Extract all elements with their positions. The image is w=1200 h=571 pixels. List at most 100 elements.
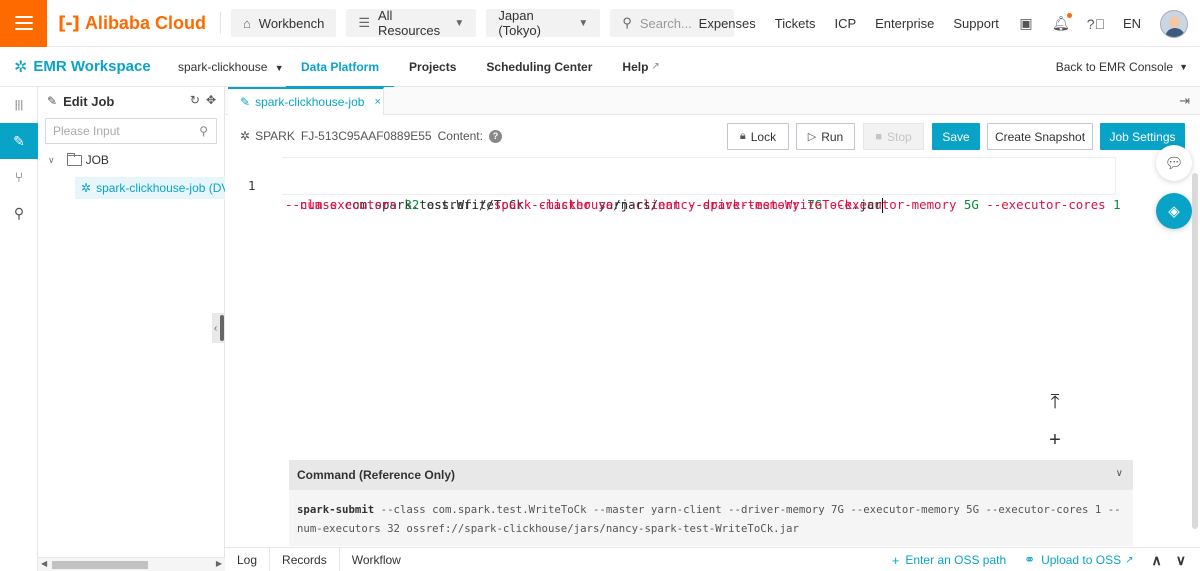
editor-tab-label: spark-clickhouse-job	[255, 95, 365, 109]
collapse-rail-icon[interactable]: |||	[0, 87, 38, 123]
chat-icon[interactable]: 💬︎	[1156, 145, 1192, 181]
lock-button[interactable]: 🔒︎ Lock	[727, 123, 789, 150]
language-selector[interactable]: EN	[1123, 16, 1141, 31]
code-editor[interactable]: 1 --class com.spark.test.WriteToCk --mas…	[225, 157, 1121, 213]
chevron-down-icon[interactable]: ∨	[1116, 468, 1123, 479]
notification-dot	[1066, 12, 1072, 18]
tab-help[interactable]: Help ↗	[607, 47, 674, 87]
pin-icon[interactable]: ✥	[206, 93, 216, 107]
tab-workflow[interactable]: Workflow	[340, 548, 413, 571]
tab-label: Log	[237, 552, 258, 567]
refresh-icon[interactable]: ↻	[190, 93, 200, 107]
scrollbar-thumb[interactable]	[52, 561, 148, 569]
tree-item-spark-clickhouse-job[interactable]: ✲ spark-clickhouse-job (DV	[75, 177, 225, 199]
help-icon[interactable]: ?	[488, 129, 502, 143]
file-icon: ✎	[240, 95, 251, 109]
back-to-console-dropdown[interactable]: Back to EMR Console ▼	[1056, 47, 1188, 87]
plus-icon: +	[891, 552, 900, 568]
chevron-up-icon[interactable]: ∧	[1152, 552, 1162, 569]
link-icon: ⚭	[1024, 552, 1036, 567]
expenses-link[interactable]: Expenses	[699, 16, 756, 31]
chevron-down-icon: ▼	[454, 17, 465, 29]
home-icon: ⌂	[242, 15, 251, 31]
help-icon[interactable]: ?⃝	[1087, 16, 1105, 32]
emr-logo-icon: ✲	[14, 58, 28, 76]
tree-folder-job[interactable]: ∨ JOB	[48, 149, 109, 171]
tab-data-platform[interactable]: Data Platform	[286, 47, 395, 88]
tickets-link[interactable]: Tickets	[775, 16, 816, 31]
save-button[interactable]: Save	[932, 123, 980, 150]
workbench-button[interactable]: ⌂ Workbench	[230, 9, 337, 37]
all-resources-dropdown[interactable]: ☰ All Resources ▼	[346, 8, 477, 38]
tab-log[interactable]: Log	[225, 547, 271, 571]
left-icon-rail: ||| ✎ ⑂ ⚲	[0, 87, 38, 571]
search-placeholder: Search...	[639, 15, 692, 31]
code-token: 5G	[956, 197, 979, 212]
create-snapshot-button[interactable]: Create Snapshot	[987, 123, 1093, 150]
editor-toolbar: ✲ SPARK FJ-513C95AAF0889E55 Content: ? 🔒…	[225, 123, 1200, 151]
chevron-down-icon[interactable]: ∨	[1176, 552, 1186, 569]
scroll-top-icon[interactable]: ⤒	[1042, 383, 1068, 421]
tab-projects[interactable]: Projects	[394, 47, 471, 87]
chevron-down-icon[interactable]: ∨	[48, 155, 55, 166]
apps-icon[interactable]: ◈	[1156, 193, 1192, 229]
code-token: nancy-spark-test-WriteToCk	[658, 197, 852, 212]
upload-oss-label: Upload to OSS	[1041, 553, 1122, 567]
spark-job-icon: ✲	[240, 129, 251, 143]
support-link[interactable]: Support	[953, 16, 999, 31]
region-dropdown[interactable]: Japan (Tokyo) ▼	[486, 8, 601, 38]
menu-icon[interactable]	[0, 0, 47, 47]
stop-button[interactable]: ■ Stop	[863, 123, 924, 150]
search-icon: ⚲	[199, 124, 208, 138]
tree-search-input[interactable]: Please Input ⚲	[45, 118, 217, 144]
enterprise-link[interactable]: Enterprise	[875, 16, 934, 31]
tree-search-placeholder: Please Input	[53, 124, 120, 138]
content-label: Content:	[437, 129, 483, 143]
play-icon: ▷	[807, 131, 817, 143]
outline-menu-icon[interactable]: ⇥	[1179, 93, 1190, 109]
code-token: 32	[396, 197, 420, 212]
zoom-in-icon[interactable]: +	[1042, 421, 1068, 459]
alibaba-cloud-logo[interactable]: [-] Alibaba Cloud	[58, 0, 206, 47]
bell-icon[interactable]: 🔔︎	[1052, 12, 1072, 32]
workspace-selector[interactable]: spark-clickhouse ▼	[178, 60, 286, 74]
edit-job-icon[interactable]: ✎	[0, 123, 38, 159]
workflow-icon[interactable]: ⑂	[0, 159, 38, 195]
icp-link[interactable]: ICP	[834, 16, 856, 31]
terminal-icon[interactable]: ▣	[1018, 15, 1034, 32]
emr-workspace-brand[interactable]: ✲ EMR Workspace	[14, 57, 178, 77]
command-name: spark-submit	[297, 503, 375, 516]
upload-to-oss-link[interactable]: ⚭ Upload to OSS ↗	[1024, 552, 1133, 568]
alibaba-logo-icon: [-]	[58, 12, 80, 34]
command-panel-header[interactable]: Command (Reference Only) ∨	[289, 460, 1133, 490]
panel-title: Edit Job	[63, 93, 115, 109]
command-reference-panel: Command (Reference Only) ∨ spark-submit …	[289, 460, 1133, 546]
code-line[interactable]: --num-executors 32 ossref://spark-clickh…	[225, 176, 1117, 213]
scrollbar-thumb[interactable]	[1192, 173, 1198, 529]
job-id: FJ-513C95AAF0889E55	[300, 129, 432, 143]
command-panel-title: Command (Reference Only)	[297, 468, 456, 482]
tab-records[interactable]: Records	[270, 547, 340, 571]
tab-label: Workflow	[351, 552, 401, 567]
code-token: --num-executors	[285, 197, 397, 212]
enter-oss-label: Enter an OSS path	[905, 553, 1007, 567]
tab-scheduling-center[interactable]: Scheduling Center	[471, 47, 607, 87]
vertical-scrollbar[interactable]	[1190, 167, 1200, 532]
scroll-left-icon[interactable]: ◀	[41, 559, 47, 568]
scroll-right-icon[interactable]: ▶	[216, 559, 222, 568]
stop-label: Stop	[886, 129, 912, 144]
run-button[interactable]: ▷ Run	[796, 123, 855, 150]
job-tree-panel: ✎ Edit Job ↻ ✥ Please Input ⚲ ∨ JOB ✲ sp…	[38, 87, 225, 571]
horizontal-scrollbar[interactable]: ◀ ▶	[38, 557, 225, 571]
top-links: Expenses Tickets ICP Enterprise Support …	[699, 0, 1200, 47]
close-icon[interactable]: ×	[374, 96, 380, 108]
search-icon[interactable]: ⚲	[0, 195, 38, 231]
avatar[interactable]	[1160, 9, 1188, 38]
code-line[interactable]: 1 --class com.spark.test.WriteToCk --mas…	[225, 157, 1121, 212]
panel-header: ✎ Edit Job ↻ ✥	[38, 87, 224, 115]
editor-tab-bar: ✎ spark-clickhouse-job × ⇥	[225, 87, 1200, 115]
code-token: 1	[1105, 197, 1121, 212]
text-cursor	[881, 198, 883, 213]
enter-oss-path-link[interactable]: + Enter an OSS path	[892, 553, 1006, 568]
editor-tab-spark-clickhouse-job[interactable]: ✎ spark-clickhouse-job ×	[228, 87, 384, 115]
